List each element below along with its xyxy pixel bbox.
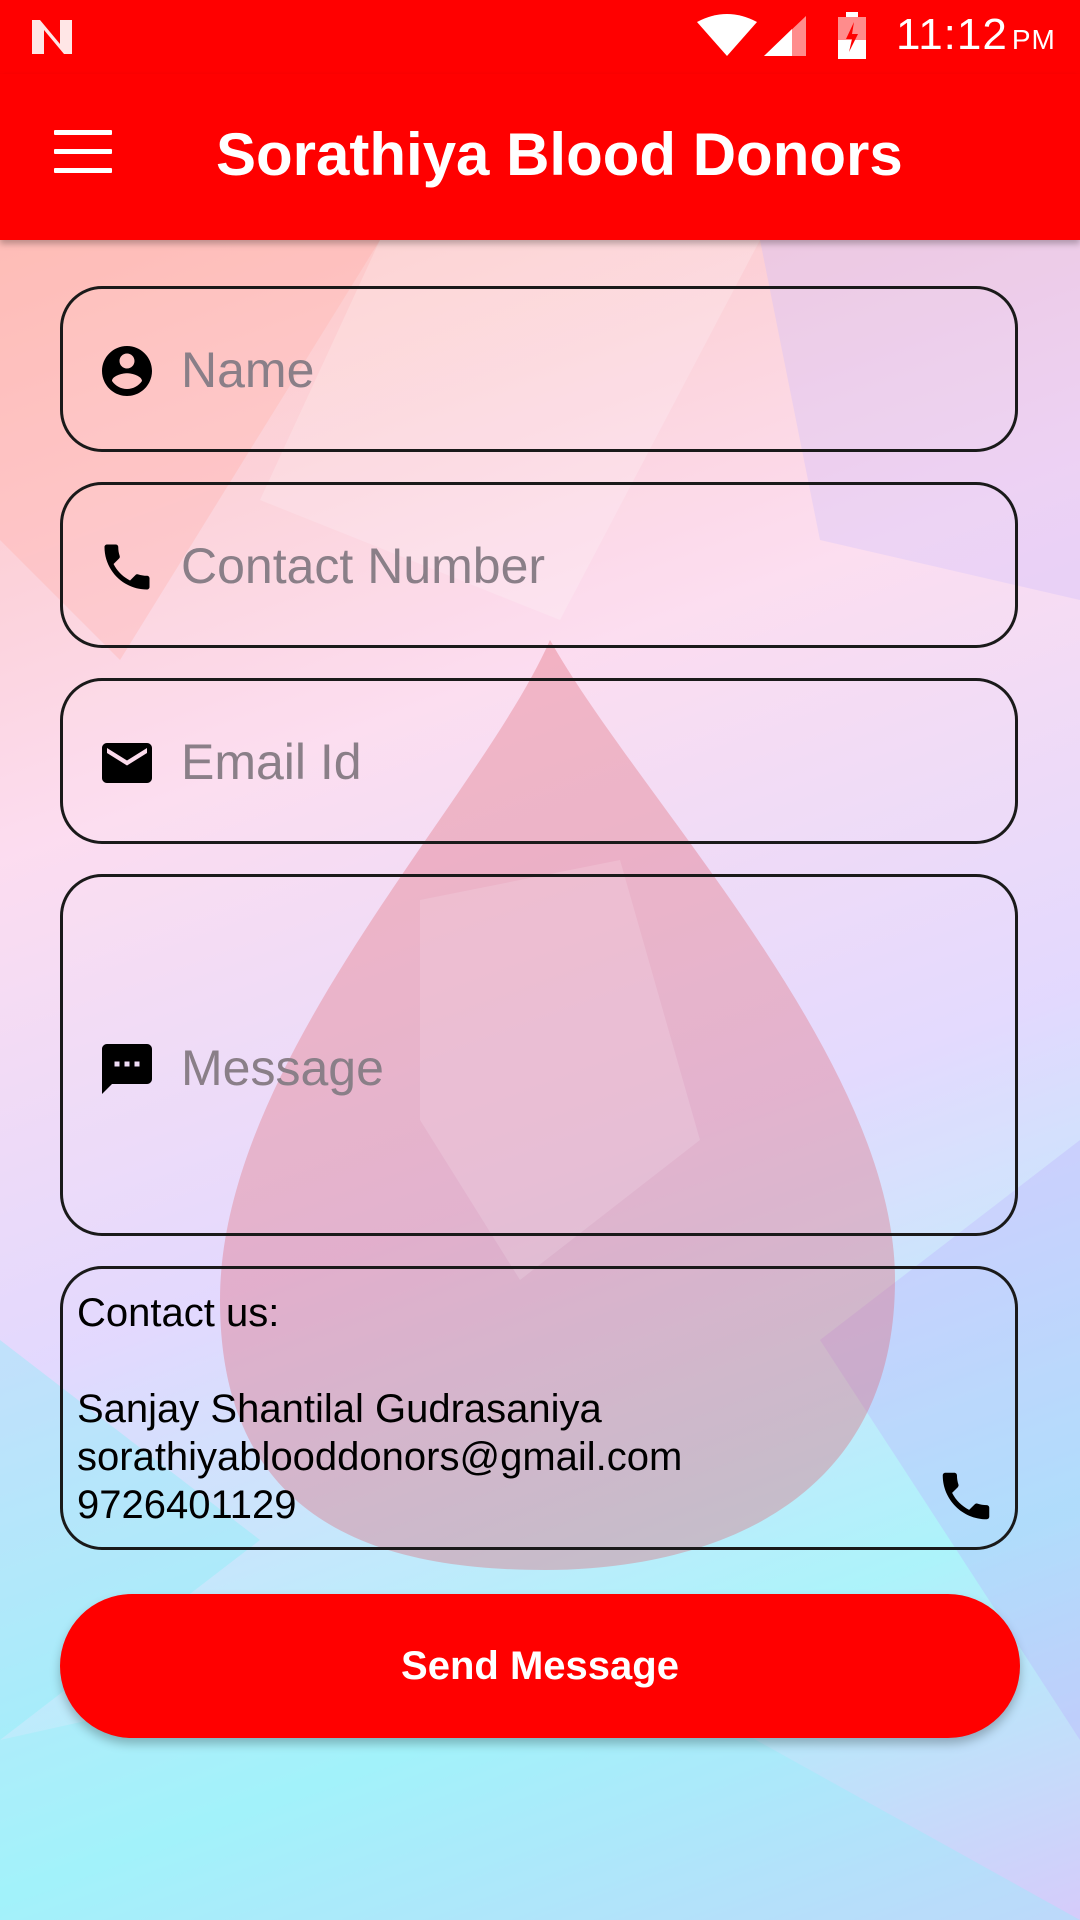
contact-phone[interactable]: 9726401129: [77, 1483, 297, 1528]
email-icon: [102, 743, 152, 783]
contact-heading: Contact us:: [77, 1291, 280, 1335]
cell-signal-icon: [764, 16, 806, 56]
notification-n-icon: [32, 20, 72, 54]
contact-person: Sanjay Shantilal Gudrasaniya: [77, 1387, 602, 1431]
contact-number-field[interactable]: Contact Number: [60, 482, 1018, 648]
name-field[interactable]: Name: [60, 286, 1018, 452]
contact-number-input[interactable]: Contact Number: [181, 537, 545, 595]
phone-icon: [104, 544, 150, 590]
status-time: 11:12 PM: [896, 10, 1056, 59]
contact-info-card: Contact us: Sanjay Shantilal Gudrasaniya…: [60, 1266, 1018, 1550]
status-bar: 11:12 PM: [0, 0, 1080, 74]
email-field[interactable]: Email Id: [60, 678, 1018, 844]
message-icon: [102, 1044, 152, 1094]
call-phone-icon[interactable]: [935, 1465, 997, 1527]
email-input[interactable]: Email Id: [181, 733, 362, 791]
wifi-icon: [697, 14, 757, 56]
app-bar: Sorathiya Blood Donors: [0, 74, 1080, 240]
send-message-button[interactable]: Send Message: [60, 1594, 1020, 1738]
name-input[interactable]: Name: [181, 341, 314, 399]
message-input[interactable]: Message: [181, 1039, 384, 1097]
message-field[interactable]: Message: [60, 874, 1018, 1236]
app-title: Sorathiya Blood Donors: [216, 121, 903, 188]
hamburger-menu-icon[interactable]: [54, 130, 112, 176]
battery-charging-icon: [838, 12, 866, 59]
contact-email[interactable]: sorathiyablooddonors@gmail.com: [77, 1435, 682, 1480]
account-circle-icon: [102, 346, 152, 396]
